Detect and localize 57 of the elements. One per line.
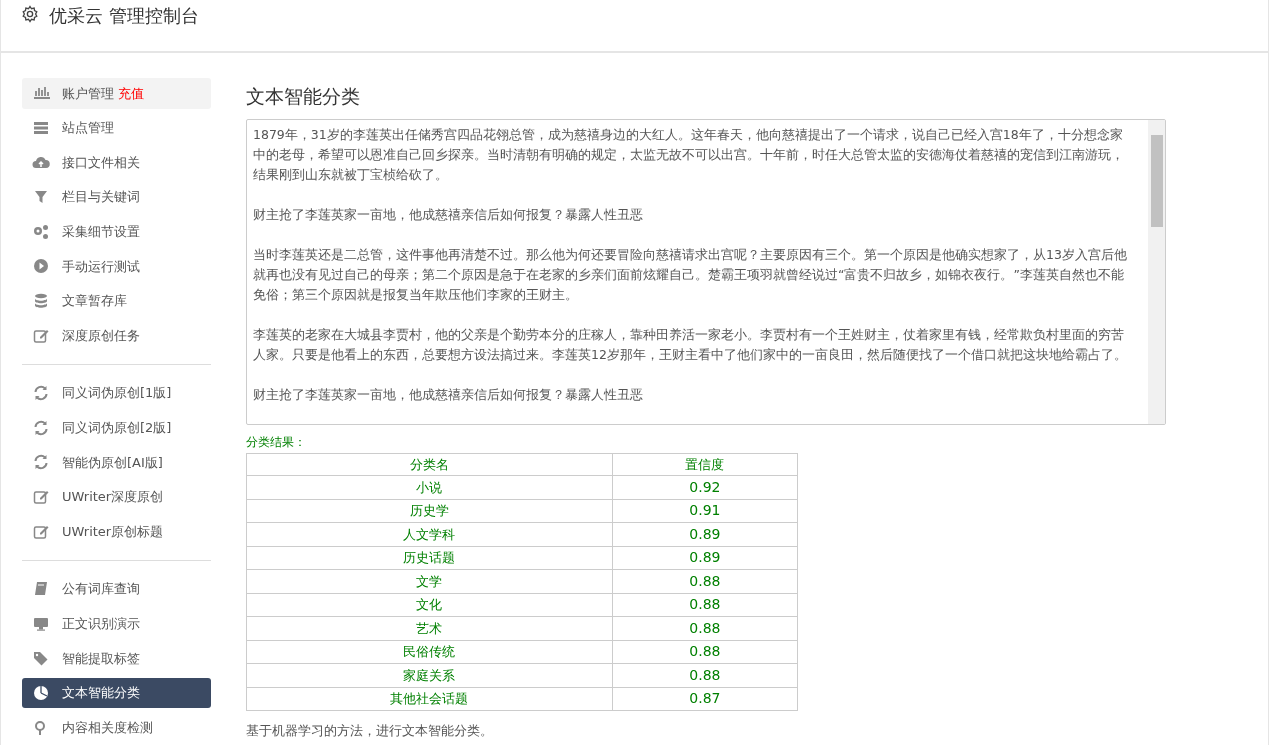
play-circle-icon <box>32 257 50 276</box>
sidebar-item[interactable]: 账户管理 充值 <box>22 78 211 109</box>
table-cell: 文化 <box>246 593 613 617</box>
sidebar-item[interactable]: UWriter深度原创 <box>22 481 211 513</box>
sidebar-item[interactable]: 站点管理 <box>22 112 211 144</box>
table-cell: 0.88 <box>612 569 798 593</box>
refresh-icon <box>32 384 50 403</box>
refresh-icon <box>32 418 50 437</box>
table-cell: 0.89 <box>612 522 798 546</box>
page-title: 文本智能分类 <box>246 84 361 109</box>
table-cell: 0.91 <box>612 499 798 523</box>
table-cell: 民俗传统 <box>246 640 613 664</box>
table-cell: 历史话题 <box>246 546 613 570</box>
result-label: 分类结果： <box>246 434 307 451</box>
description-text: 基于机器学习的方法，进行文本智能分类。 <box>246 722 494 740</box>
sidebar-item[interactable]: 同义词伪原创[1版] <box>22 377 211 409</box>
table-cell: 0.89 <box>612 546 798 570</box>
sidebar-item[interactable]: 手动运行测试 <box>22 251 211 282</box>
table-cell: 小说 <box>246 475 613 499</box>
recharge-link[interactable]: 充值 <box>118 83 144 104</box>
item-label: 账户管理 <box>62 84 114 103</box>
sidebar-item[interactable]: 栏目与关键词 <box>22 181 211 213</box>
settings-icon <box>21 5 39 23</box>
table-cell: 其他社会话题 <box>246 687 613 711</box>
sidebar-item[interactable]: 公有词库查询 <box>22 573 211 605</box>
sidebar-item[interactable]: UWriter原创标题 <box>22 516 211 547</box>
table-cell: 0.88 <box>612 663 798 687</box>
table-cell: 艺术 <box>246 616 613 640</box>
sidebar-item[interactable]: 文本智能分类 <box>22 677 211 709</box>
database-icon <box>32 291 50 310</box>
sidebar-item[interactable]: 智能伪原创[AI版] <box>22 447 211 478</box>
sidebar-item[interactable]: 智能提取标签 <box>22 643 211 674</box>
refresh-icon <box>32 453 50 472</box>
table-cell: 0.88 <box>612 593 798 617</box>
table-cell: 人文学科 <box>246 522 613 546</box>
edit-icon <box>32 488 50 506</box>
app-title: 优采云 管理控制台 <box>49 4 199 28</box>
column-header: 分类名 <box>246 453 613 476</box>
column-header: 置信度 <box>612 453 798 476</box>
tag-icon <box>32 649 50 668</box>
text-input[interactable]: 1879年，31岁的李莲英出任储秀宫四品花翎总管，成为慈禧身边的大红人。这年春天，他向慈禧提出了一个请求，说自己已经入宫18年了，十分想念家中的老母，希望可以恩准自己回乡探亲。当时清朝有明确的规定，太监无故不可以出宫。十年前，时任大总管太监的安德海仗着慈禧的宠信到江南游玩，结果刚到山东就被丁宝桢给砍了。 财主抢了李莲英家一亩地，他成慈禧亲信后如何报复？暴露人性丑恶 当时李莲英还是二总管，这件事他再清楚不过。那么他为何还要冒险向慈禧请求出宫呢？主要原因有三个。第一个原因是他确实想家了，从13岁入宫后他就再也没有见过自己的母亲；第二个原因是急于在老家的乡亲们面前炫耀自己。楚霸王项羽就曾经说过“富贵不归故乡，如锦衣夜行。”李莲英自然也不能免俗；第三个原因就是报复当年欺压他们李家的王财主。 李莲英的老家在大城县李贾村，他的父亲是个勤劳本分的庄稼人，靠种田养活一家老小。李贾村有一个王姓财主，仗着家里有钱，经常欺负村里面的穷苦人家。只要是他看上的东西，总要想方设法搞过来。李莲英12岁那年，王财主看中了他们家中的一亩良田，然后随便找了一个借口就把这块地给霸占了。 财主抢了李莲英家一亩地，他成慈禧亲信后如何报复？暴露人性丑恶 <box>246 119 1166 425</box>
sidebar-item[interactable]: 同义词伪原创[2版] <box>22 412 211 444</box>
table-cell: 历史学 <box>246 499 613 523</box>
table-cell: 家庭关系 <box>246 663 613 687</box>
table-cell: 0.92 <box>612 475 798 499</box>
sidebar-item[interactable]: 文章暂存库 <box>22 285 211 317</box>
table-cell: 0.87 <box>612 687 798 711</box>
table-cell: 0.88 <box>612 616 798 640</box>
table-cell: 0.88 <box>612 640 798 664</box>
sidebar-item[interactable]: 采集细节设置 <box>22 216 211 248</box>
sidebar-item[interactable]: 正文识别演示 <box>22 608 211 640</box>
sidebar-item[interactable]: 内容相关度检测 <box>22 712 211 743</box>
pie-chart-icon <box>32 684 50 702</box>
sidebar-item[interactable]: 深度原创任务 <box>22 320 211 351</box>
sidebar-item[interactable]: 接口文件相关 <box>22 147 211 178</box>
scrollbar[interactable] <box>1148 120 1165 424</box>
table-cell: 文学 <box>246 569 613 593</box>
